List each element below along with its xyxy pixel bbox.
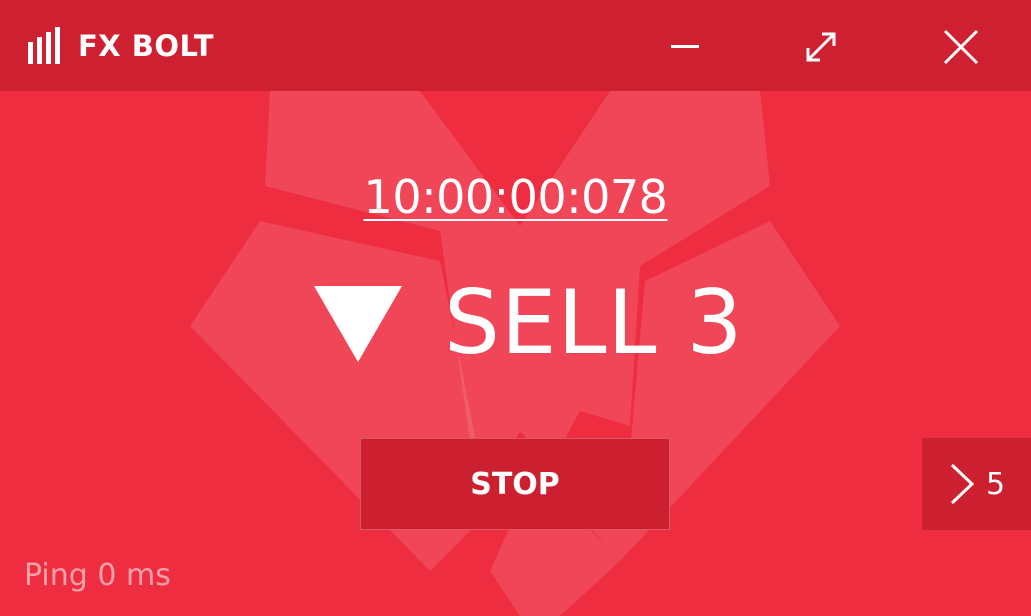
signal-display: SELL 3 <box>310 268 743 378</box>
minimize-icon <box>671 45 699 48</box>
signal-bars-icon <box>28 27 60 64</box>
triangle-down-icon <box>310 282 406 364</box>
next-signal-button[interactable]: 5 <box>922 438 1031 530</box>
close-button[interactable] <box>936 22 986 72</box>
signal-time[interactable]: 10:00:00:078 <box>0 170 1031 224</box>
minimize-button[interactable] <box>660 22 710 72</box>
app-logo: FX BOLT <box>26 26 214 66</box>
maximize-button[interactable] <box>796 22 846 72</box>
ping-status: Ping 0 ms <box>24 558 171 593</box>
close-icon <box>943 29 979 65</box>
chevron-right-icon <box>950 463 975 505</box>
title-bar: FX BOLT <box>0 0 1031 91</box>
expand-icon <box>806 32 836 62</box>
signal-label: SELL 3 <box>444 271 744 374</box>
app-name: FX BOLT <box>78 29 214 63</box>
stop-button[interactable]: STOP <box>360 438 670 530</box>
next-count: 5 <box>985 466 1006 502</box>
